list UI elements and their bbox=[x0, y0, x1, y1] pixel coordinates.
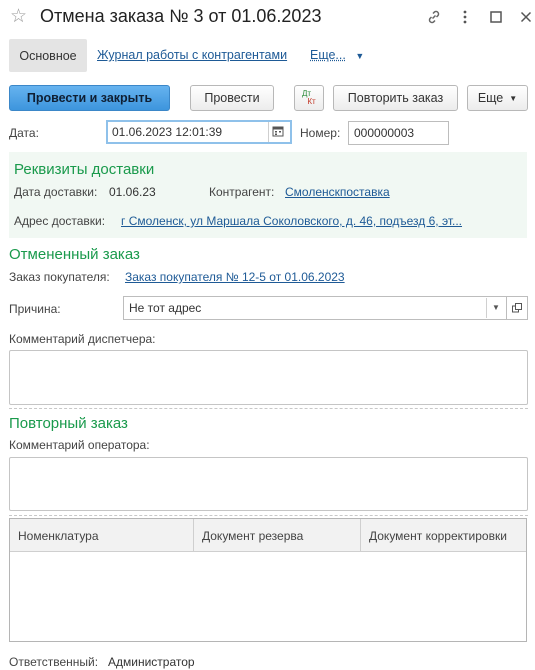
delivery-date-value: 01.06.23 bbox=[109, 185, 156, 199]
goods-table[interactable]: Номенклатура Документ резерва Документ к… bbox=[9, 518, 527, 642]
reason-dropdown-icon[interactable]: ▼ bbox=[488, 303, 504, 313]
column-correction-document[interactable]: Документ корректировки bbox=[361, 519, 526, 552]
calendar-icon[interactable] bbox=[272, 125, 286, 139]
column-nomenclature[interactable]: Номенклатура bbox=[10, 519, 194, 552]
more-actions-button[interactable]: Еще ▼ bbox=[467, 85, 528, 111]
more-actions-label: Еще bbox=[477, 91, 504, 105]
kt-label: Кт bbox=[307, 97, 316, 106]
nav-more-menu[interactable]: Еще... ▼ bbox=[310, 48, 364, 62]
column-reserve-document[interactable]: Документ резерва bbox=[194, 519, 361, 552]
responsible-label: Ответственный: bbox=[9, 655, 99, 669]
date-label: Дата: bbox=[9, 126, 39, 140]
cancelled-section-title: Отмененный заказ bbox=[9, 246, 140, 263]
dropdown-arrow-icon: ▼ bbox=[355, 51, 365, 61]
reason-label: Причина: bbox=[9, 302, 61, 316]
dispatcher-comment-label: Комментарий диспетчера: bbox=[9, 332, 156, 346]
link-icon[interactable] bbox=[425, 8, 443, 26]
number-value: 000000003 bbox=[354, 126, 415, 140]
open-reason-icon[interactable] bbox=[507, 296, 528, 320]
customer-order-label: Заказ покупателя: bbox=[9, 270, 110, 284]
window-title: Отмена заказа № 3 от 01.06.2023 bbox=[40, 6, 322, 26]
address-link[interactable]: г Смоленск, ул Маршала Соколовского, д. … bbox=[121, 214, 519, 228]
table-header: Номенклатура Документ резерва Документ к… bbox=[10, 519, 526, 552]
tab-main[interactable]: Основное bbox=[9, 39, 87, 72]
section-divider-2 bbox=[9, 515, 528, 516]
close-icon[interactable] bbox=[517, 8, 535, 26]
kebab-menu-icon[interactable] bbox=[456, 8, 474, 26]
number-field[interactable]: 000000003 bbox=[348, 121, 449, 145]
nav-more-label: Еще... bbox=[310, 48, 346, 62]
repeat-order-button[interactable]: Повторить заказ bbox=[333, 85, 458, 111]
post-button[interactable]: Провести bbox=[190, 85, 274, 111]
address-label: Адрес доставки: bbox=[14, 214, 106, 228]
reason-select[interactable]: Не тот адрес bbox=[123, 296, 507, 320]
maximize-icon[interactable] bbox=[487, 8, 505, 26]
journal-link[interactable]: Журнал работы с контрагентами bbox=[97, 48, 287, 62]
customer-order-link[interactable]: Заказ покупателя № 12-5 от 01.06.2023 bbox=[125, 270, 345, 284]
delivery-date-label: Дата доставки: bbox=[14, 185, 98, 199]
favorite-star-icon[interactable]: ☆ bbox=[10, 6, 27, 28]
number-label: Номер: bbox=[300, 126, 341, 140]
repeat-section-title: Повторный заказ bbox=[9, 415, 128, 432]
reason-value: Не тот адрес bbox=[129, 301, 202, 315]
dt-kt-button[interactable]: Дт Кт bbox=[294, 85, 324, 111]
contractor-link[interactable]: Смоленскпоставка bbox=[285, 185, 390, 199]
delivery-section-title: Реквизиты доставки bbox=[14, 161, 155, 178]
post-and-close-button[interactable]: Провести и закрыть bbox=[9, 85, 170, 111]
date-field[interactable]: 01.06.2023 12:01:39 bbox=[106, 120, 292, 144]
operator-comment-label: Комментарий оператора: bbox=[9, 438, 150, 452]
operator-comment-input[interactable] bbox=[9, 457, 528, 511]
dispatcher-comment-input[interactable] bbox=[9, 350, 528, 405]
section-divider bbox=[9, 408, 528, 409]
date-value: 01.06.2023 12:01:39 bbox=[112, 125, 223, 139]
contractor-label: Контрагент: bbox=[209, 185, 275, 199]
responsible-value: Администратор bbox=[108, 655, 195, 669]
chevron-down-icon: ▼ bbox=[509, 93, 518, 103]
